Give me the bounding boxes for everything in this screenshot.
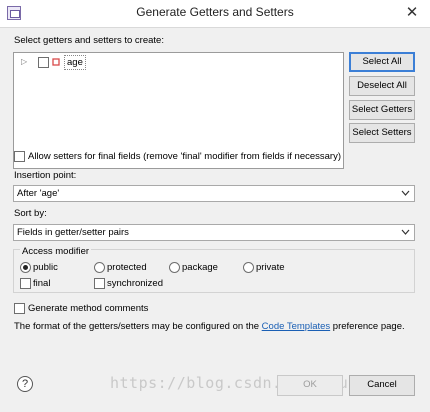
allow-final-setters-checkbox[interactable] [14,151,25,162]
public-label: public [33,262,58,273]
field-age-checkbox[interactable] [38,57,49,68]
public-radio[interactable] [20,262,31,273]
synchronized-label: synchronized [107,278,163,289]
select-getters-button[interactable]: Select Getters [349,100,415,120]
tree-item-label[interactable]: age [64,55,86,70]
info-suffix: preference page. [332,321,405,332]
window-title: Generate Getters and Setters [136,5,294,19]
final-label: final [33,278,51,289]
select-prompt-label: Select getters and setters to create: [14,35,164,46]
info-prefix: The format of the getters/setters may be… [14,321,260,332]
package-label: package [182,262,218,273]
private-label: private [256,262,285,273]
close-icon[interactable]: ✕ [401,3,423,23]
protected-label: protected [107,262,147,273]
generate-comments-label: Generate method comments [28,303,149,314]
synchronized-checkbox[interactable] [94,278,105,289]
deselect-all-button[interactable]: Deselect All [349,76,415,96]
info-text: The format of the getters/setters may be… [14,321,405,332]
chevron-down-icon [401,190,410,196]
insertion-point-select[interactable]: After 'age' [13,185,415,202]
sort-by-label: Sort by: [14,208,47,219]
final-checkbox[interactable] [20,278,31,289]
ok-button[interactable]: OK [277,375,343,396]
help-icon[interactable]: ? [17,376,33,392]
insertion-point-value: After 'age' [17,188,60,199]
allow-final-setters-label: Allow setters for final fields (remove '… [28,151,342,162]
private-radio[interactable] [243,262,254,273]
title-bar: Generate Getters and Setters ✕ [0,0,430,28]
cancel-button[interactable]: Cancel [349,375,415,396]
package-radio[interactable] [169,262,180,273]
insertion-point-label: Insertion point: [14,170,77,181]
access-modifier-legend: Access modifier [20,246,92,257]
private-field-icon [52,58,60,66]
expand-arrow-icon[interactable]: ▷ [21,56,31,68]
sort-by-select[interactable]: Fields in getter/setter pairs [13,224,415,241]
code-templates-link[interactable]: Code Templates [262,321,330,332]
sort-by-value: Fields in getter/setter pairs [17,227,129,238]
protected-radio[interactable] [94,262,105,273]
select-all-button[interactable]: Select All [349,52,415,72]
generate-comments-checkbox[interactable] [14,303,25,314]
chevron-down-icon [401,229,410,235]
select-setters-button[interactable]: Select Setters [349,123,415,143]
